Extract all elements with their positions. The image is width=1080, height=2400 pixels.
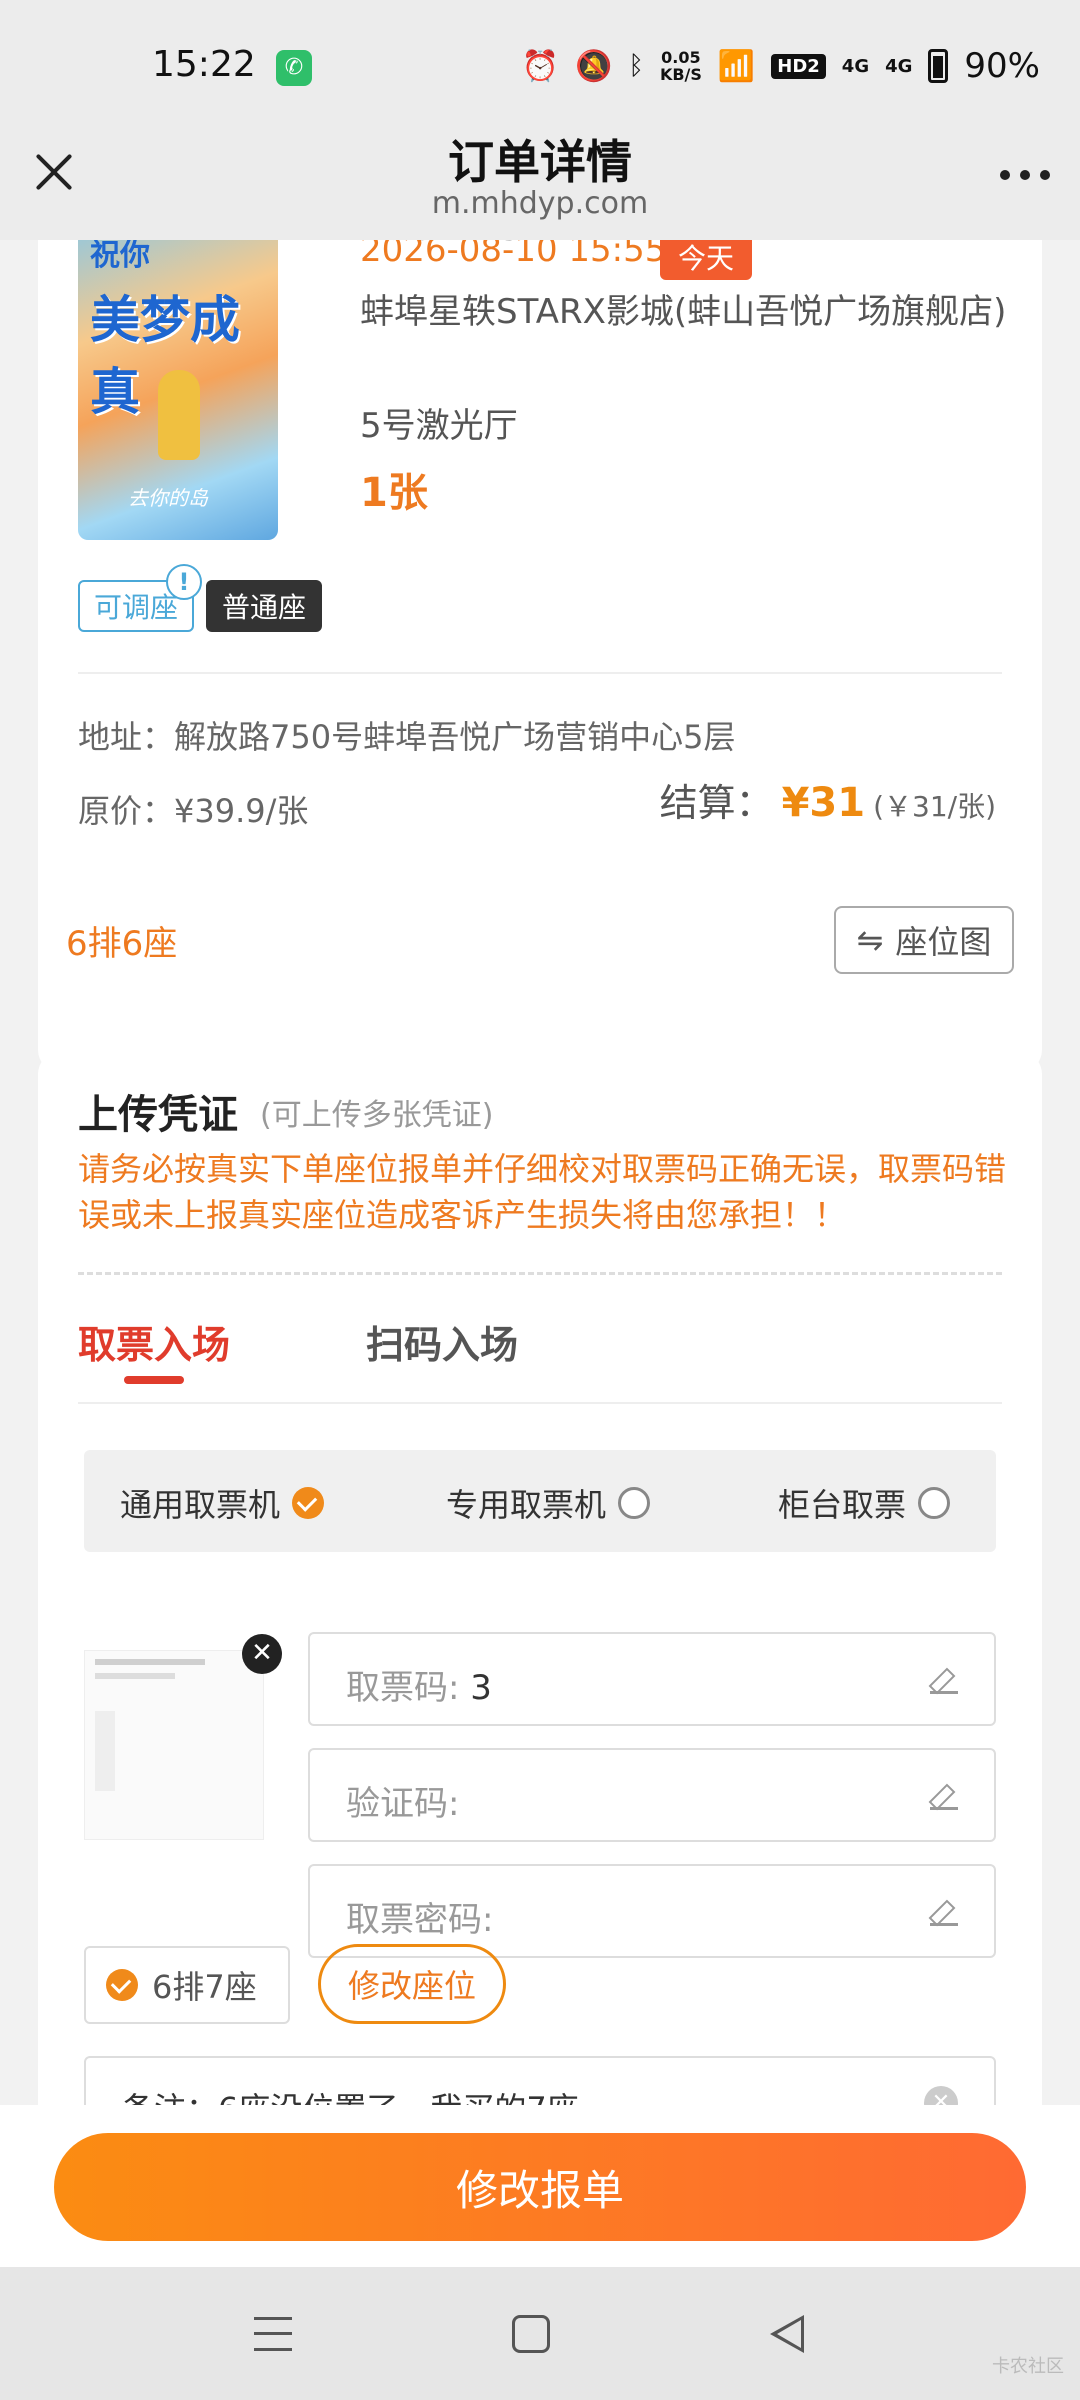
radio-unchecked-icon[interactable] <box>618 1487 651 1519</box>
poster-text-top: 祝你 <box>90 240 150 273</box>
edit-seat-button[interactable]: 修改座位 <box>318 1944 506 2024</box>
check-icon <box>106 1969 138 2001</box>
menu-icon[interactable] <box>254 2317 292 2351</box>
voucher-thumbnail[interactable] <box>84 1650 264 1840</box>
scroll-content[interactable]: 祝你 美梦成真 去你的岛 去你的岛 蚌埠 2026-08-10 15:55 今天… <box>0 240 1080 2105</box>
edit-pencil-icon[interactable] <box>930 1666 958 1694</box>
more-icon[interactable] <box>1000 170 1050 180</box>
radio-checked-icon[interactable] <box>292 1487 325 1519</box>
status-icons: ⏰ 🔕 ᛒ 0.05 KB/S 📶 HD2 4G 4G 90% <box>522 46 1040 86</box>
dashed-divider <box>78 1272 1002 1275</box>
thumbnail-line <box>95 1673 175 1679</box>
upload-subtitle: (可上传多张凭证) <box>260 1098 494 1133</box>
page-domain: m.mhdyp.com <box>431 186 649 221</box>
method-label: 通用取票机 <box>120 1486 281 1524</box>
method-label: 专用取票机 <box>446 1486 607 1524</box>
settlement-unit-price: (￥31/张) <box>873 790 996 823</box>
method-label: 柜台取票 <box>778 1486 907 1524</box>
signal-4g-icon: 4G <box>841 55 870 77</box>
booked-seat: 6排6座 <box>66 924 178 964</box>
method-counter[interactable]: 柜台取票 <box>778 1480 951 1526</box>
thumbnail-line <box>95 1659 205 1665</box>
cinema-address: 地址：解放路750号蚌埠吾悦广场营销中心5层 <box>78 718 736 756</box>
showtime: 2026-08-10 15:55 <box>360 240 667 270</box>
signal-4g-icon-2: 4G <box>885 55 913 77</box>
pickup-code-value: 3 <box>470 1668 492 1708</box>
hd-icon: HD2 <box>771 53 826 79</box>
network-speed-value: 0.05 <box>661 48 701 67</box>
hall-name: 5号激光厅 <box>360 406 518 446</box>
thumbnail-block <box>95 1711 115 1791</box>
system-nav-bar <box>0 2267 1080 2400</box>
status-time: 15:22 <box>152 44 256 85</box>
movie-poster: 祝你 美梦成真 去你的岛 <box>78 240 278 540</box>
seatmap-button-label: 座位图 <box>895 923 992 961</box>
actual-seat-chip[interactable]: 6排7座 <box>84 1946 290 2024</box>
upload-card: 上传凭证 (可上传多张凭证) 请务必按真实下单座位报单并仔细校对取票码正确无误，… <box>38 1052 1042 2105</box>
field-label-text: 取票码: <box>346 1668 460 1708</box>
poster-figure <box>158 370 200 460</box>
remark-text: 备注：6座没位置了，我买的7座 <box>122 2084 579 2105</box>
poster-logo: 去你的岛 <box>128 486 208 510</box>
divider <box>78 1402 1002 1404</box>
verification-code-label: 验证码: <box>346 1784 460 1824</box>
bluetooth-icon: ᛒ <box>628 51 644 81</box>
swap-icon: ⇋ <box>856 921 884 959</box>
edit-pencil-icon[interactable] <box>930 1898 958 1926</box>
back-icon[interactable] <box>770 2315 804 2353</box>
tab-pickup-entry[interactable]: 取票入场 <box>78 1314 230 1369</box>
alarm-icon: ⏰ <box>521 48 559 84</box>
wifi-icon: 📶 <box>717 48 756 84</box>
network-speed-unit: KB/S <box>659 65 702 84</box>
pickup-code-field[interactable]: 取票码: 3 <box>308 1632 996 1726</box>
settlement-label: 结算： <box>659 781 774 825</box>
original-price: 原价：¥39.9/张 <box>78 792 309 830</box>
page-title: 订单详情 <box>448 135 632 189</box>
seatmap-button[interactable]: ⇋ 座位图 <box>834 906 1014 974</box>
pickup-method-group: 通用取票机 专用取票机 柜台取票 <box>84 1450 996 1552</box>
network-speed: 0.05 KB/S <box>660 49 702 83</box>
seat-card: 6排6座 ⇋ 座位图 <box>38 860 1042 1022</box>
modify-report-button[interactable]: 修改报单 <box>54 2133 1026 2241</box>
info-icon[interactable]: ! <box>166 564 202 600</box>
today-badge: 今天 <box>660 240 753 280</box>
watermark: 卡农社区 <box>992 2356 1064 2377</box>
upload-warning: 请务必按真实下单座位报单并仔细校对取票码正确无误，取票码错误或未上报真实座位造成… <box>78 1150 1007 1234</box>
clear-icon[interactable]: ✕ <box>924 2086 958 2105</box>
remove-thumbnail-icon[interactable]: ✕ <box>242 1634 282 1674</box>
phone-call-icon: ✆ <box>276 50 312 86</box>
pickup-code-label: 取票码: 3 <box>346 1660 492 1709</box>
actual-seat-label: 6排7座 <box>152 1968 257 2006</box>
bottom-action-bar: 修改报单 <box>0 2105 1080 2267</box>
active-tab-indicator <box>124 1376 184 1384</box>
method-dedicated-machine[interactable]: 专用取票机 <box>446 1480 651 1526</box>
ticket-count: 1张 <box>360 470 428 516</box>
status-bar: 15:22 ✆ ⏰ 🔕 ᛒ 0.05 KB/S 📶 HD2 4G 4G 90% <box>0 0 1080 136</box>
verification-code-field[interactable]: 验证码: <box>308 1748 996 1842</box>
home-icon[interactable] <box>512 2315 550 2353</box>
normal-seat-tag: 普通座 <box>206 580 323 632</box>
divider <box>78 672 1002 674</box>
radio-unchecked-icon[interactable] <box>918 1487 951 1519</box>
method-general-machine[interactable]: 通用取票机 <box>120 1480 325 1526</box>
settlement-amount: ¥31 <box>781 780 866 826</box>
upload-title: 上传凭证 <box>78 1092 238 1138</box>
pickup-password-label: 取票密码: <box>346 1900 494 1940</box>
settlement: 结算： ¥31 (￥31/张) <box>660 772 996 827</box>
battery-percent: 90% <box>964 46 1040 86</box>
remark-field[interactable]: 备注：6座没位置了，我买的7座 ✕ <box>84 2056 996 2105</box>
tab-scan-entry[interactable]: 扫码入场 <box>366 1314 518 1369</box>
page-header: 订单详情 m.mhdyp.com <box>0 120 1080 240</box>
mute-icon: 🔕 <box>574 48 613 84</box>
battery-icon <box>928 49 949 83</box>
edit-pencil-icon[interactable] <box>930 1782 958 1810</box>
cinema-name: 蚌埠星轶STARX影城(蚌山吾悦广场旗舰店) <box>360 292 1007 332</box>
